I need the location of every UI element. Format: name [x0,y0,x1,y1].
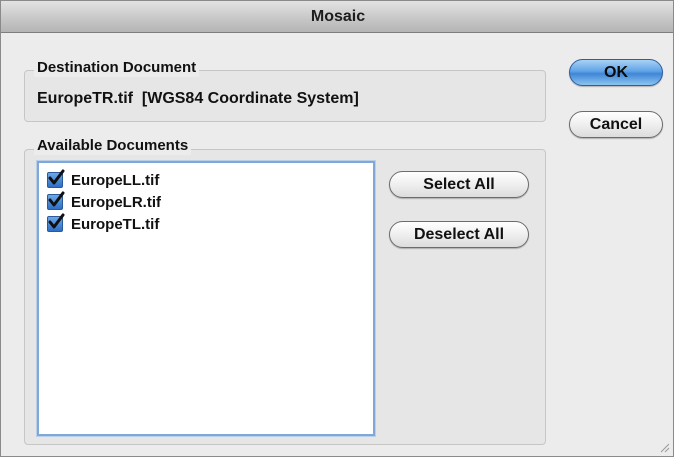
list-item-label: EuropeTL.tif [71,215,160,233]
destination-value: EuropeTR.tif [WGS84 Coordinate System] [37,90,359,107]
checkmark-icon [48,191,65,207]
deselect-all-button[interactable]: Deselect All [389,221,529,248]
checkmark-icon [48,213,65,229]
select-all-button[interactable]: Select All [389,171,529,198]
cancel-button[interactable]: Cancel [569,111,663,138]
window-title: Mosaic [310,8,366,25]
mosaic-dialog: Mosaic Destination Document EuropeTR.tif… [0,0,674,457]
title-bar[interactable]: Mosaic [1,1,673,33]
checkmark-icon [48,169,65,185]
destination-group-title: Destination Document [34,59,200,77]
checkbox-checked[interactable] [47,213,65,232]
resize-grip-icon[interactable] [659,442,670,453]
list-item[interactable]: EuropeLR.tif [47,191,161,213]
list-item-label: EuropeLL.tif [71,171,160,189]
list-item[interactable]: EuropeTL.tif [47,213,159,235]
list-item[interactable]: EuropeLL.tif [47,169,159,191]
checkbox-checked[interactable] [47,191,65,210]
checkbox-checked[interactable] [47,169,65,188]
available-group-title: Available Documents [34,137,192,155]
ok-button[interactable]: OK [569,59,663,86]
document-list[interactable]: EuropeLL.tif EuropeLR.tif EuropeTL.tif [37,161,375,436]
list-item-label: EuropeLR.tif [71,193,161,211]
